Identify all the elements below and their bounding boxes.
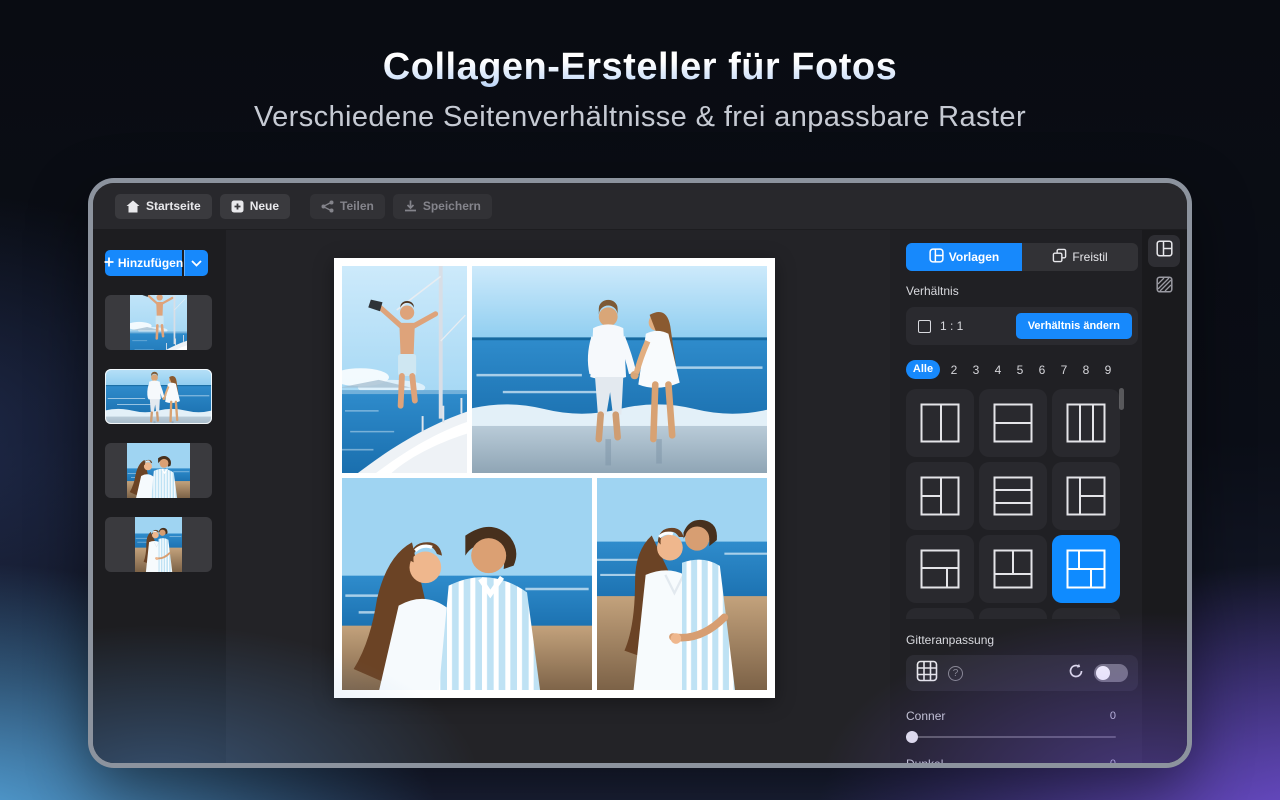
- template-tile-partial[interactable]: [1052, 608, 1120, 619]
- thumbnail-kissing-couple-photo[interactable]: [105, 517, 212, 572]
- collage-cell-kissing-couple-photo[interactable]: [597, 478, 767, 690]
- corner-slider-value: 0: [1110, 710, 1116, 722]
- template-grid-overflow: [906, 608, 1120, 619]
- right-tool-strip: [1142, 230, 1187, 763]
- save-button[interactable]: Speichern: [393, 194, 492, 219]
- template-tile-partial[interactable]: [979, 608, 1047, 619]
- tab-vorlagen[interactable]: Vorlagen: [906, 243, 1022, 271]
- template-tile-2col[interactable]: [906, 389, 974, 457]
- help-icon[interactable]: ?: [948, 666, 963, 681]
- thumbnail-boat-photo[interactable]: [105, 295, 212, 350]
- add-photo-label: Hinzufügen: [118, 256, 183, 270]
- share-label: Teilen: [340, 199, 374, 213]
- ratio-row: 1 : 1 Verhältnis ändern: [906, 307, 1138, 345]
- filter-chip-5[interactable]: 5: [1012, 363, 1028, 377]
- collage-cell-smiling-couple-photo[interactable]: [342, 478, 592, 690]
- template-tile-2row[interactable]: [979, 389, 1047, 457]
- filter-chip-9[interactable]: 9: [1100, 363, 1116, 377]
- save-label: Speichern: [423, 199, 481, 213]
- freestyle-layers-icon: [1052, 248, 1067, 266]
- page-title: Collagen-Ersteller für Fotos: [0, 46, 1280, 89]
- filter-chip-8[interactable]: 8: [1078, 363, 1094, 377]
- template-tile-left-split[interactable]: [906, 462, 974, 530]
- thumbnail-smiling-couple-photo[interactable]: [105, 443, 212, 498]
- layout-grid-icon: [929, 248, 944, 266]
- tab-freistil[interactable]: Freistil: [1022, 243, 1138, 271]
- share-icon: [321, 200, 334, 213]
- filter-chip-6[interactable]: 6: [1034, 363, 1050, 377]
- background-panel-button[interactable]: [1148, 271, 1180, 303]
- filter-chip-4[interactable]: 4: [990, 363, 1006, 377]
- collage-canvas[interactable]: [334, 258, 775, 698]
- template-filter-chips: Alle 2 3 4 5 6 7 8 9: [906, 360, 1138, 379]
- toggle-knob: [1096, 666, 1110, 680]
- tab-vorlagen-label: Vorlagen: [949, 250, 999, 264]
- layout-icon: [1156, 240, 1173, 262]
- add-photo-group: Hinzufügen: [105, 250, 226, 276]
- template-tile-partial[interactable]: [906, 608, 974, 619]
- filter-chip-alle[interactable]: Alle: [906, 360, 940, 379]
- hero: Collagen-Ersteller für Fotos Verschieden…: [0, 0, 1280, 134]
- filter-chip-3[interactable]: 3: [968, 363, 984, 377]
- canvas-area: [226, 230, 890, 763]
- corner-slider-label: Conner: [906, 709, 945, 723]
- add-photo-button[interactable]: Hinzufügen: [105, 250, 182, 276]
- photo-sidebar: Hinzufügen: [93, 230, 226, 763]
- page-subtitle: Verschiedene Seitenverhältnisse & frei a…: [0, 101, 1280, 134]
- template-tile-right-split[interactable]: [1052, 462, 1120, 530]
- tab-freistil-label: Freistil: [1072, 250, 1107, 264]
- dark-slider-value: 0: [1110, 758, 1116, 763]
- grid-adjust-row: ?: [906, 655, 1138, 691]
- layout-panel-button[interactable]: [1148, 235, 1180, 267]
- grid-icon: [916, 660, 938, 687]
- template-scrollbar[interactable]: [1119, 388, 1124, 410]
- home-label: Startseite: [146, 199, 201, 213]
- dark-slider-label: Dunkel: [906, 757, 943, 763]
- thumbnail-walking-couple-photo[interactable]: [105, 369, 212, 424]
- ratio-section-label: Verhältnis: [906, 284, 1138, 298]
- grid-section-label: Gitteranpassung: [906, 633, 1138, 647]
- template-tile-topsplit-bottom[interactable]: [979, 535, 1047, 603]
- grid-toggle[interactable]: [1094, 664, 1128, 682]
- new-button[interactable]: Neue: [220, 194, 290, 219]
- home-button[interactable]: Startseite: [115, 194, 212, 219]
- download-icon: [404, 200, 417, 213]
- new-file-icon: [231, 200, 244, 213]
- filter-chip-7[interactable]: 7: [1056, 363, 1072, 377]
- square-ratio-icon: [918, 320, 931, 333]
- dark-slider-block: Dunkel 0: [906, 757, 1116, 763]
- app-window: Startseite Neue Teilen Speichern Hinzufü…: [88, 178, 1192, 768]
- corner-slider-knob[interactable]: [906, 731, 918, 743]
- home-icon: [126, 200, 140, 213]
- template-tile-top-bottomsplit[interactable]: [906, 535, 974, 603]
- change-ratio-button[interactable]: Verhältnis ändern: [1016, 313, 1132, 339]
- template-tile-3col[interactable]: [1052, 389, 1120, 457]
- top-toolbar: Startseite Neue Teilen Speichern: [93, 183, 1187, 230]
- filter-chip-2[interactable]: 2: [946, 363, 962, 377]
- plus-icon: [104, 256, 114, 270]
- collage-cell-boat-photo[interactable]: [342, 266, 467, 473]
- background-pattern-icon: [1156, 276, 1173, 298]
- ratio-value: 1 : 1: [940, 319, 963, 333]
- add-photo-dropdown-button[interactable]: [184, 250, 208, 276]
- corner-slider[interactable]: [906, 736, 1116, 738]
- refresh-icon[interactable]: [1068, 663, 1084, 684]
- collage-cell-walking-couple-photo[interactable]: [472, 266, 767, 473]
- template-tile-3row[interactable]: [979, 462, 1047, 530]
- panel-tabs: Vorlagen Freistil: [906, 243, 1138, 271]
- chevron-down-icon: [191, 254, 202, 272]
- corner-slider-block: Conner 0: [906, 709, 1116, 738]
- templates-panel: Vorlagen Freistil Verhältnis 1 : 1 Verhä…: [890, 230, 1142, 763]
- template-tile-4cell-selected[interactable]: [1052, 535, 1120, 603]
- new-label: Neue: [250, 199, 279, 213]
- main-area: Hinzufügen Vorlage: [93, 230, 1187, 763]
- template-grid: [906, 389, 1120, 603]
- share-button[interactable]: Teilen: [310, 194, 385, 219]
